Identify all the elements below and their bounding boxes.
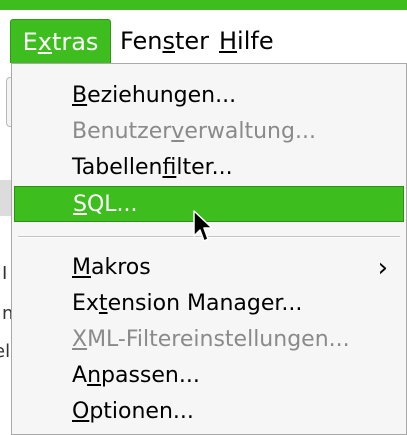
menu-item-label: Anpassen... (72, 363, 200, 388)
extras-dropdown-menu: Beziehungen... Benutzerverwaltung... Tab… (11, 63, 407, 435)
menu-item-customize[interactable]: Anpassen... (12, 358, 406, 394)
menu-item-label: Beziehungen... (72, 83, 237, 108)
menu-item-extension-manager[interactable]: Extension Manager... (12, 286, 406, 322)
menu-item-label: SQL... (73, 192, 138, 217)
background-text: I (2, 263, 8, 284)
menu-item-label: Extension Manager... (72, 291, 303, 316)
menubar: Extras Fenster Hilfe (0, 10, 407, 63)
menu-item-xml-filter-settings: XML-Filtereinstellungen... (12, 322, 406, 358)
menubar-extras[interactable]: Extras (10, 19, 111, 63)
menu-item-label: Optionen... (72, 399, 194, 424)
menu-item-label: Benutzerverwaltung... (72, 119, 316, 144)
menu-item-label: Tabellenfilter... (72, 155, 233, 180)
menu-item-macros[interactable]: Makros › (12, 250, 406, 286)
menu-item-table-filter[interactable]: Tabellenfilter... (12, 150, 406, 186)
menubar-help[interactable]: Hilfe (219, 19, 274, 63)
menu-item-relationships[interactable]: Beziehungen... (12, 78, 406, 114)
arrow-pointer-icon (193, 210, 213, 242)
menu-item-label: XML-Filtereinstellungen... (72, 327, 350, 352)
menu-item-user-administration: Benutzerverwaltung... (12, 114, 406, 150)
window-top-strip (0, 0, 407, 10)
menu-item-options[interactable]: Optionen... (12, 394, 406, 430)
chevron-right-icon: › (377, 253, 388, 283)
menubar-window[interactable]: Fenster (120, 19, 209, 63)
background-text: el (0, 341, 11, 362)
menu-item-label: Makros (72, 255, 151, 280)
